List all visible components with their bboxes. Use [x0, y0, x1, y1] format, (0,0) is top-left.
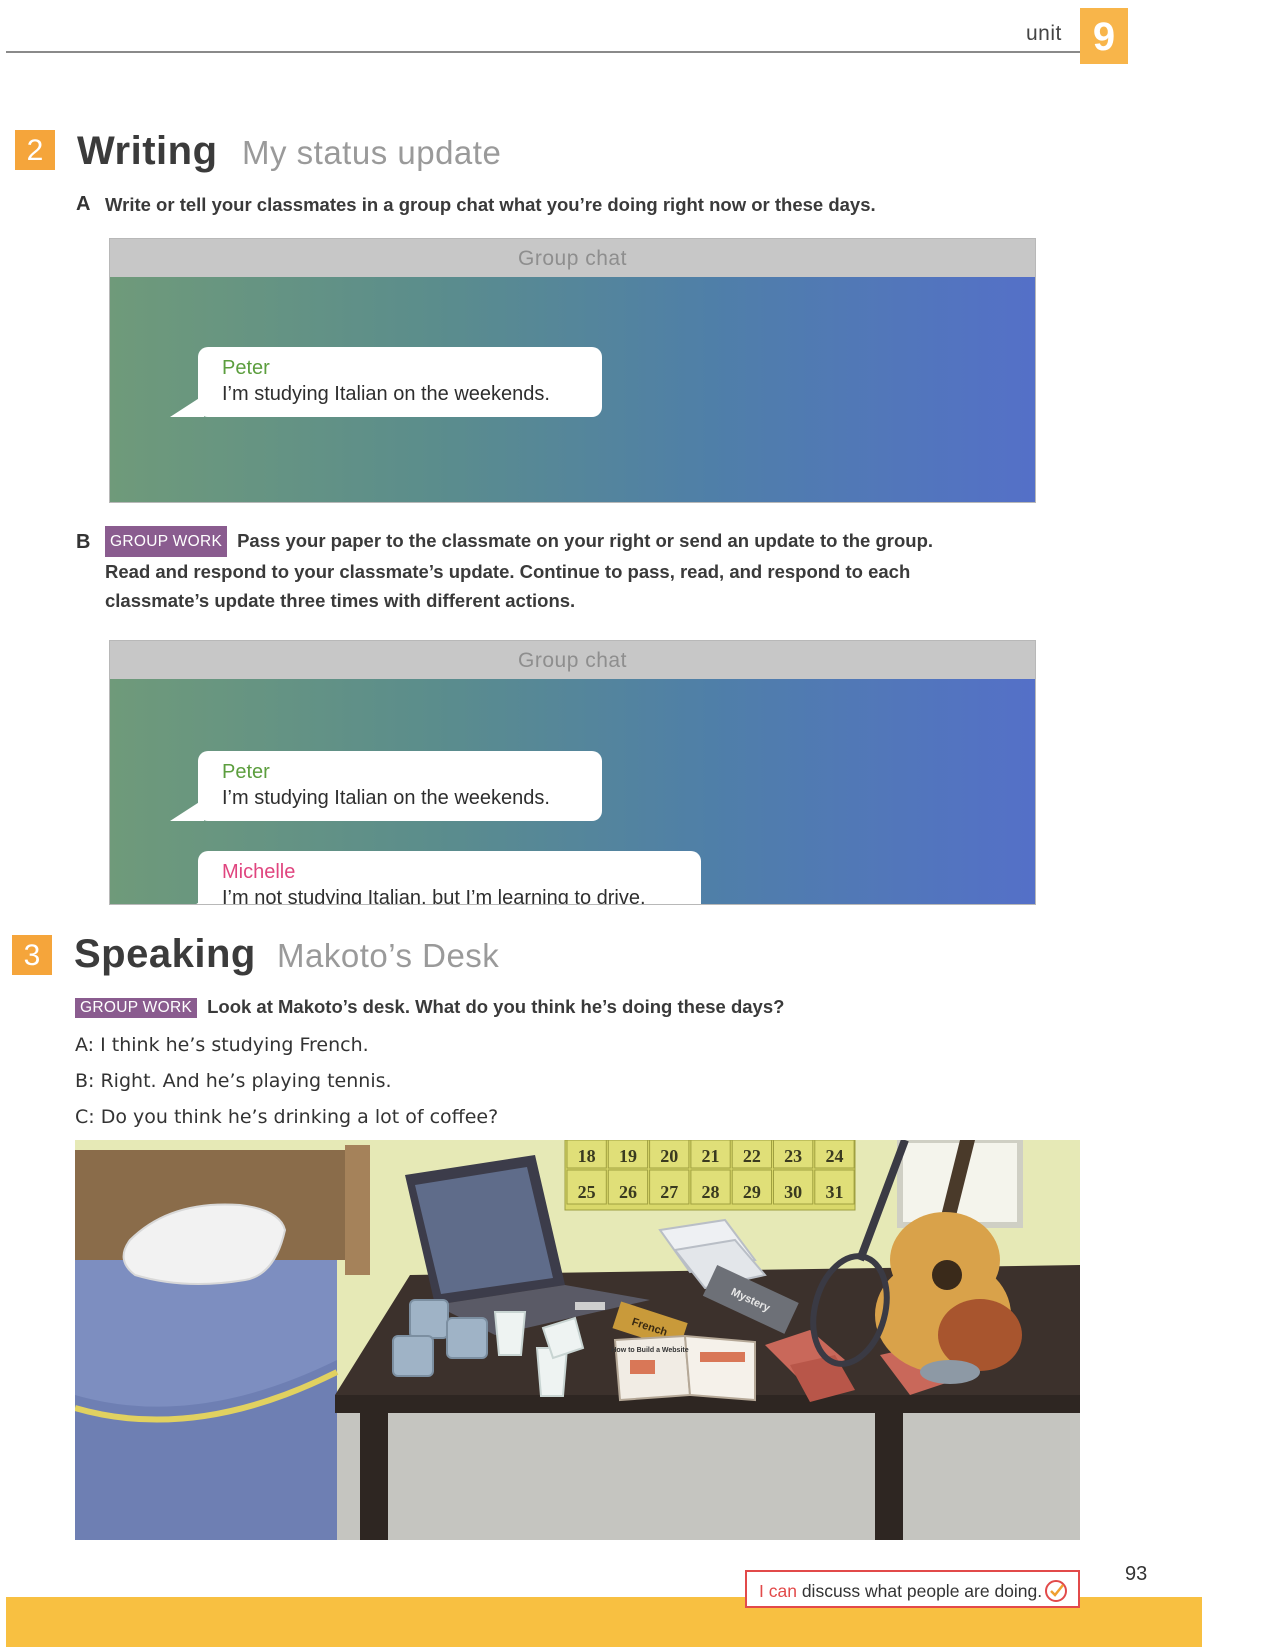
part-a-instruction: Write or tell your classmates in a group… [105, 194, 876, 215]
desk-leg-left [360, 1412, 388, 1540]
dialogue-speaker: B: [75, 1070, 95, 1092]
section-subtitle-writing: My status update [242, 134, 502, 171]
i-can-statement: I can discuss what people are doing. [745, 1570, 1080, 1608]
part-b-line-2: Read and respond to your classmate’s upd… [105, 561, 911, 582]
magazine-right-page [683, 1334, 756, 1402]
group-chat-b: Group chat Peter I’m studying Italian on… [109, 640, 1036, 905]
calendar-day: 23 [784, 1146, 802, 1166]
speaking-instruction: GROUP WORK Look at Makoto’s desk. What do… [75, 996, 784, 1018]
magazine-photo [700, 1352, 745, 1362]
dialogue-speaker: C: [75, 1106, 95, 1128]
section-number-writing: 2 [15, 130, 55, 170]
mug [409, 1299, 449, 1339]
message-text: I’m studying Italian on the weekends. [222, 787, 550, 809]
part-a-letter: A [76, 193, 91, 215]
calendar-day: 26 [619, 1182, 637, 1202]
message-text: I’m not studying Italian, but I’m learni… [222, 887, 646, 905]
message-text: I’m studying Italian on the weekends. [222, 383, 550, 405]
calendar-day: 28 [702, 1182, 720, 1202]
group-chat-a: Group chat Peter I’m studying Italian on… [109, 238, 1036, 503]
group-work-badge: GROUP WORK [75, 998, 198, 1018]
part-b-line-1-text: Pass your paper to the classmate on your… [237, 530, 934, 551]
checkmark-icon [1045, 1580, 1067, 1602]
dialogue-speaker: A: [75, 1034, 95, 1056]
guitar-sound-hole [932, 1260, 962, 1290]
calendar-day: 29 [743, 1182, 761, 1202]
message-sender: Peter [222, 357, 270, 379]
mug [446, 1317, 488, 1359]
chat-message-peter: Peter I’m studying Italian on the weeken… [170, 347, 602, 417]
part-b-letter: B [76, 531, 91, 553]
dialogue-text: I think he’s studying French. [100, 1034, 369, 1056]
desk-scene-svg: 18 19 20 21 22 23 2425 26 27 28 29 30 31 French [75, 1140, 1080, 1540]
magazine-photo [630, 1360, 655, 1374]
calendar-day: 30 [784, 1182, 802, 1202]
group-chat-a-body: Peter I’m studying Italian on the weeken… [110, 277, 1035, 502]
dialogue-line-c: C: Do you think he’s drinking a lot of c… [75, 1106, 498, 1128]
dialogue-line-b: B: Right. And he’s playing tennis. [75, 1070, 392, 1092]
sticky-note [575, 1302, 605, 1310]
calendar-day: 20 [660, 1146, 678, 1166]
swim-goggles [920, 1360, 980, 1384]
chat-message-peter: Peter I’m studying Italian on the weeken… [170, 751, 602, 821]
top-rule [6, 51, 1086, 53]
i-can-text: discuss what people are doing. [801, 1581, 1043, 1601]
section-title-writing: Writing [77, 129, 218, 173]
section-number-speaking: 3 [12, 935, 52, 975]
group-chat-a-title: Group chat [110, 239, 1035, 277]
part-b-line-1: GROUP WORK Pass your paper to the classma… [105, 526, 1005, 557]
calendar-day: 22 [743, 1146, 761, 1166]
magazine-title: How to Build a Website [611, 1347, 688, 1354]
message-sender: Michelle [222, 861, 296, 883]
message-sender: Peter [222, 761, 270, 783]
group-chat-b-body: Peter I’m studying Italian on the weeken… [110, 679, 1035, 904]
cup [493, 1311, 527, 1356]
part-b-instruction: GROUP WORK Pass your paper to the classma… [105, 526, 1005, 615]
section-title-speaking: Speaking [74, 932, 256, 976]
calendar-day: 24 [825, 1146, 843, 1166]
calendar-day: 27 [660, 1182, 678, 1202]
calendar-cells: 18 19 20 21 22 23 24 25 26 27 28 29 30 31 [566, 1140, 855, 1205]
calendar-day: 25 [578, 1182, 596, 1202]
unit-number-badge: 9 [1080, 8, 1128, 64]
section-subtitle-speaking: Makoto’s Desk [277, 937, 500, 974]
calendar-day: 21 [702, 1146, 720, 1166]
bed-post [345, 1145, 370, 1275]
dialogue-line-a: A: I think he’s studying French. [75, 1034, 369, 1056]
group-chat-b-title: Group chat [110, 641, 1035, 679]
part-b-line-3: classmate’s update three times with diff… [105, 590, 576, 611]
i-can-prefix: I can [759, 1581, 797, 1601]
group-work-badge: GROUP WORK [105, 526, 228, 557]
dialogue-text: Do you think he’s drinking a lot of coff… [100, 1106, 499, 1128]
unit-label: unit [1026, 22, 1062, 45]
makoto-desk-illustration: 18 19 20 21 22 23 24 25 26 27 28 29 30 31 French [75, 1140, 1080, 1540]
mug [392, 1335, 434, 1377]
page-number: 93 [1125, 1563, 1148, 1585]
speaking-instruction-text: Look at Makoto’s desk. What do you think… [207, 996, 785, 1017]
calendar-day: 18 [578, 1146, 596, 1166]
calendar-day: 31 [825, 1182, 843, 1202]
chat-message-michelle: Michelle I’m not studying Italian, but I… [170, 851, 701, 905]
dialogue-text: Right. And he’s playing tennis. [100, 1070, 392, 1092]
desk-edge [335, 1395, 1080, 1413]
calendar-day: 19 [619, 1146, 637, 1166]
desk-leg-right [875, 1412, 903, 1540]
